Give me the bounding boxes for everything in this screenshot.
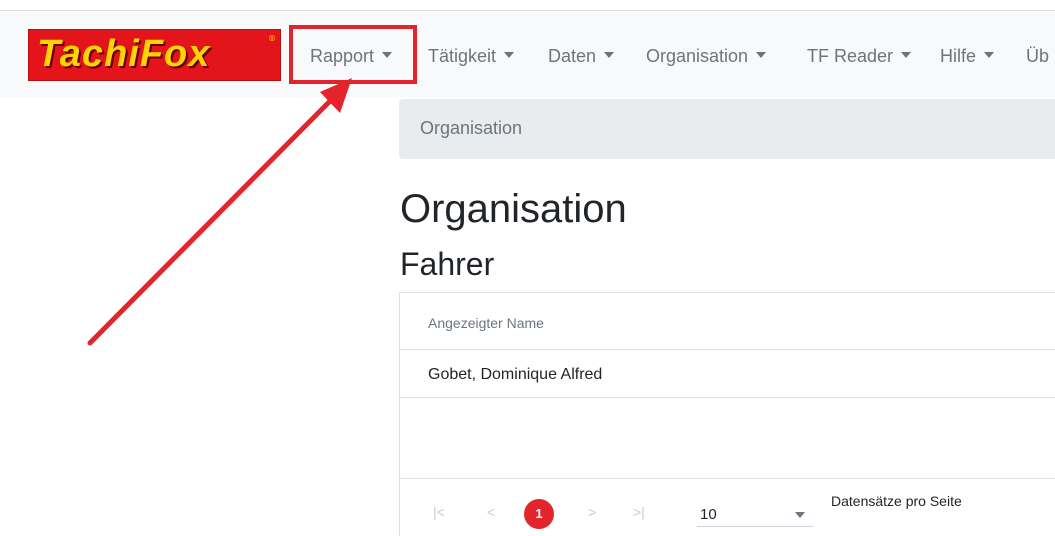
chevron-down-icon bbox=[984, 52, 995, 59]
annotation-arrow-shaft bbox=[87, 91, 340, 346]
page-size-label: Datensätze pro Seite bbox=[831, 493, 962, 509]
nav-ueber-label: Üb bbox=[1026, 46, 1050, 66]
table-cell-display-name: Gobet, Dominique Alfred bbox=[428, 366, 603, 383]
last-page-icon[interactable]: >| bbox=[633, 504, 645, 520]
nav-hilfe-label: Hilfe bbox=[940, 46, 977, 66]
tachifox-logo[interactable]: TachiFox ® bbox=[28, 29, 281, 81]
page-size-select[interactable]: 10 bbox=[697, 495, 813, 527]
nav-tf-reader[interactable]: TF Reader bbox=[807, 42, 912, 70]
nav-taetigkeit-label: Tätigkeit bbox=[428, 46, 497, 66]
next-page-icon[interactable]: > bbox=[588, 504, 596, 520]
nav-daten-label: Daten bbox=[548, 46, 597, 66]
nav-organisation-label: Organisation bbox=[646, 46, 749, 66]
nav-hilfe[interactable]: Hilfe bbox=[940, 42, 995, 70]
chevron-down-icon bbox=[604, 52, 615, 59]
nav-daten[interactable]: Daten bbox=[548, 42, 615, 70]
page-size-value: 10 bbox=[700, 506, 717, 523]
chevron-down-icon bbox=[795, 512, 805, 518]
nav-taetigkeit[interactable]: Tätigkeit bbox=[428, 42, 515, 70]
chevron-down-icon bbox=[756, 52, 767, 59]
chevron-down-icon bbox=[504, 52, 515, 59]
first-page-icon[interactable]: |< bbox=[433, 504, 445, 520]
table-row[interactable]: Gobet, Dominique Alfred bbox=[400, 350, 1055, 398]
grid-header[interactable]: Angezeigter Name bbox=[400, 293, 1055, 350]
page-title: Organisation bbox=[400, 187, 627, 231]
nav-organisation[interactable]: Organisation bbox=[646, 42, 767, 70]
logo-text: TachiFox bbox=[37, 33, 211, 75]
grid-pager: |< < 1 > >| 10 Datensätze pro Seite bbox=[400, 478, 1055, 536]
previous-page-icon[interactable]: < bbox=[487, 504, 495, 520]
column-header-display-name[interactable]: Angezeigter Name bbox=[428, 315, 544, 331]
nav-ueber[interactable]: Üb bbox=[1026, 42, 1049, 70]
section-title: Fahrer bbox=[400, 246, 495, 282]
drivers-grid: Angezeigter Name Gobet, Dominique Alfred… bbox=[399, 292, 1055, 536]
annotation-highlight-box bbox=[289, 25, 417, 84]
chevron-down-icon bbox=[901, 52, 912, 59]
breadcrumb-current: Organisation bbox=[420, 118, 523, 138]
breadcrumb: Organisation bbox=[399, 99, 1055, 159]
current-page-button[interactable]: 1 bbox=[524, 499, 554, 529]
registered-mark: ® bbox=[268, 34, 276, 43]
nav-tf-reader-label: TF Reader bbox=[807, 46, 894, 66]
